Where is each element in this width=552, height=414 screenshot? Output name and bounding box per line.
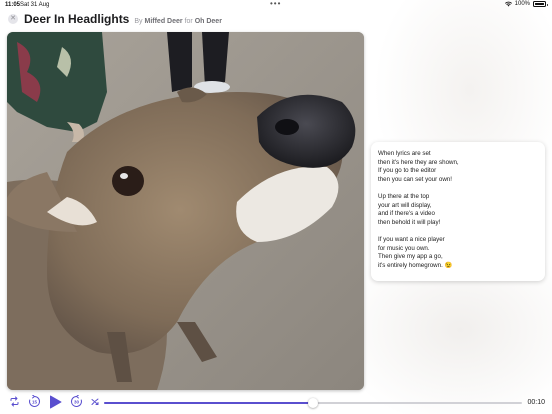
- skip-forward-seconds: 30: [74, 400, 80, 405]
- lyric-line: it's entirely homegrown. 😉: [378, 261, 453, 269]
- multitasking-dots-icon[interactable]: •••: [270, 0, 281, 8]
- close-icon: ✕: [10, 15, 16, 22]
- status-bar: 11:05 Sat 31 Aug ••• 100%: [0, 0, 552, 10]
- status-indicators: 100%: [504, 1, 548, 7]
- lyric-line: Up there at the top: [378, 192, 430, 200]
- lyric-line: for music you own.: [378, 244, 430, 252]
- progress-thumb[interactable]: [308, 398, 318, 408]
- lyrics-panel[interactable]: When lyrics are set then it's here they …: [371, 142, 545, 281]
- lyric-line: then you can set your own!: [378, 175, 452, 183]
- skip-forward-30-icon: 30: [71, 395, 82, 407]
- song-title: Deer In Headlights: [24, 12, 130, 26]
- album-name[interactable]: Oh Deer: [195, 18, 222, 25]
- lyric-line: When lyrics are set: [378, 150, 431, 157]
- status-time: 11:05: [5, 2, 21, 8]
- skip-back-button[interactable]: 15: [28, 395, 41, 408]
- lyric-line: then behold it will play!: [378, 218, 441, 226]
- artist-name[interactable]: Miffed Deer: [144, 18, 182, 25]
- lyric-line: If you go to the editor: [378, 167, 437, 175]
- play-button[interactable]: [49, 395, 62, 409]
- progress-fill: [104, 402, 313, 404]
- album-artwork: [7, 32, 364, 390]
- now-playing-header: ✕ Deer In Headlights By Miffed Deer for …: [0, 10, 552, 30]
- lyrics-stanza: When lyrics are set then it's here they …: [378, 150, 538, 184]
- lyric-line: Then give my app a go,: [378, 253, 443, 261]
- lyric-line: If you want a nice player: [378, 235, 445, 243]
- battery-icon: [533, 1, 548, 7]
- lyric-line: and if there's a video: [378, 210, 435, 218]
- by-label: By: [134, 18, 143, 25]
- progress-slider[interactable]: [104, 398, 522, 408]
- shuffle-icon: [91, 398, 99, 405]
- song-subtitle: By Miffed Deer for Oh Deer: [134, 18, 222, 25]
- for-label: for: [184, 18, 193, 25]
- lyric-line: your art will display,: [378, 201, 432, 209]
- elapsed-time: 00:10: [527, 399, 545, 406]
- status-date: Sat 31 Aug: [20, 2, 50, 8]
- skip-back-15-icon: 15: [29, 395, 40, 407]
- lyrics-stanza: If you want a nice player for music you …: [378, 236, 538, 270]
- repeat-button[interactable]: [9, 396, 20, 407]
- skip-back-seconds: 15: [32, 400, 38, 405]
- play-icon: [50, 395, 62, 409]
- battery-percent: 100%: [514, 1, 530, 7]
- wifi-icon: [504, 1, 512, 7]
- shuffle-button[interactable]: [91, 398, 99, 406]
- lyrics-stanza: Up there at the top your art will displa…: [378, 193, 538, 227]
- lyric-line: then it's here they are shown,: [378, 158, 459, 166]
- repeat-icon: [10, 396, 19, 407]
- close-button[interactable]: ✕: [8, 14, 18, 24]
- title-row: Deer In Headlights By Miffed Deer for Oh…: [24, 12, 222, 26]
- player-controls: 15 30 00:10: [0, 392, 552, 414]
- skip-forward-button[interactable]: 30: [70, 395, 83, 408]
